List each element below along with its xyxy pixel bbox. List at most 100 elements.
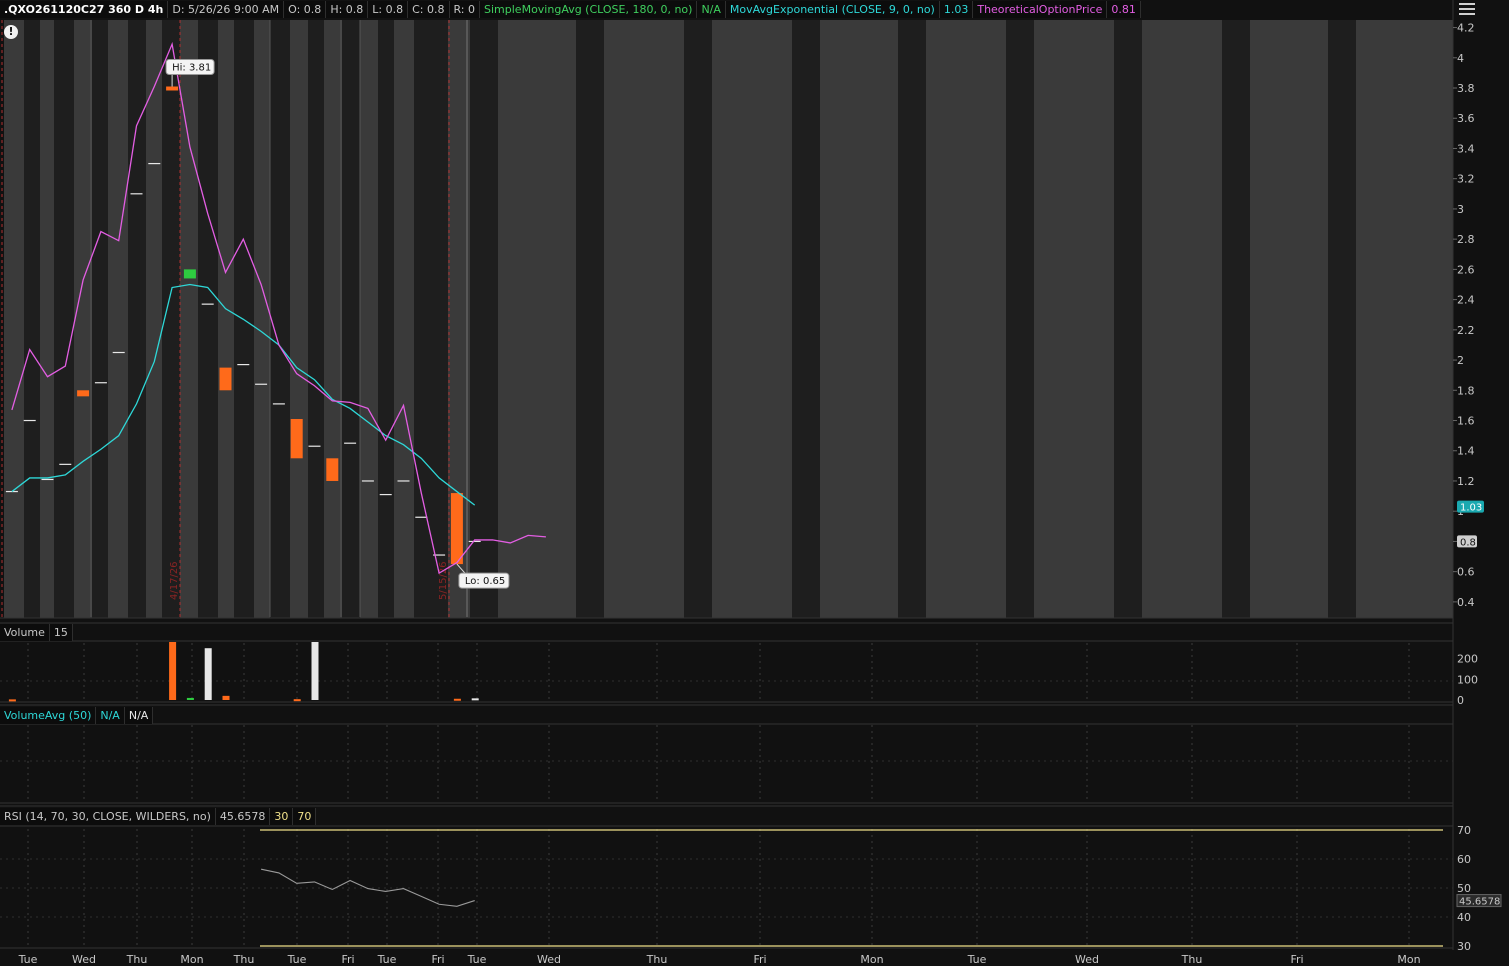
rsi-last-label: 45.6578 xyxy=(1459,897,1500,908)
axis-tick-label: 3.8 xyxy=(1457,82,1475,95)
axis-tick-label: 3.2 xyxy=(1457,173,1475,186)
sma-study-label[interactable]: SimpleMovingAvg (CLOSE, 180, 0, no) xyxy=(480,1,698,18)
session-band xyxy=(1142,20,1222,618)
time-axis-label: Mon xyxy=(860,953,883,966)
price-candle xyxy=(166,86,179,91)
session-band xyxy=(1250,20,1328,618)
volume-bar xyxy=(204,648,212,700)
volume-bar xyxy=(222,695,230,700)
axis-tick-label: 3.6 xyxy=(1457,112,1475,125)
time-axis-label: Wed xyxy=(72,953,96,966)
session-band xyxy=(180,20,198,618)
time-axis-label: Thu xyxy=(233,953,255,966)
volume-header: Volume 15 xyxy=(0,624,73,641)
date-marker-label: 5/15/26 xyxy=(438,561,449,600)
alert-icon[interactable]: ! xyxy=(4,25,18,39)
time-axis-label: Tue xyxy=(467,953,487,966)
time-axis-label: Thu xyxy=(126,953,148,966)
rsi-axis-label: 70 xyxy=(1457,824,1471,837)
session-band xyxy=(1006,20,1034,618)
volume-bar xyxy=(453,698,461,701)
session-band xyxy=(926,20,1006,618)
session-band xyxy=(4,20,24,618)
high-label: H: 0.8 xyxy=(326,1,369,18)
sma-study-value: N/A xyxy=(697,1,726,18)
top-study-label[interactable]: TheoreticalOptionPrice xyxy=(973,1,1108,18)
price-candle xyxy=(326,458,339,481)
session-band xyxy=(270,20,290,618)
open-label: O: 0.8 xyxy=(284,1,327,18)
session-band xyxy=(1356,20,1436,618)
session-band xyxy=(1114,20,1142,618)
time-axis-label: Fri xyxy=(1290,953,1303,966)
ema-study-label[interactable]: MovAvgExponential (CLOSE, 9, 0, no) xyxy=(725,1,940,18)
session-band xyxy=(308,20,324,618)
volume-bar xyxy=(311,642,319,700)
time-axis-label: Mon xyxy=(1397,953,1420,966)
rsi-axis-label: 50 xyxy=(1457,882,1471,895)
session-band xyxy=(820,20,898,618)
session-band xyxy=(92,20,108,618)
session-band xyxy=(54,20,74,618)
session-band xyxy=(604,20,684,618)
session-band xyxy=(1328,20,1356,618)
session-band xyxy=(576,20,604,618)
date-label: D: 5/26/26 9:00 AM xyxy=(168,1,285,18)
session-shading xyxy=(4,20,1453,618)
axis-tick-label: 1.2 xyxy=(1457,475,1475,488)
ema-study-value: 1.03 xyxy=(939,1,974,18)
axis-tick-label: 4.2 xyxy=(1457,22,1475,35)
axis-tick-label: 1.4 xyxy=(1457,445,1475,458)
volume-bar xyxy=(169,642,177,700)
axis-tick-label: 2 xyxy=(1457,354,1464,367)
price-axis: 0.40.60.811.21.41.61.822.22.42.62.833.23… xyxy=(1453,22,1502,953)
study-header: .QXO261120C27 360 D 4h D: 5/26/26 9:00 A… xyxy=(0,1,1141,18)
time-axis-label: Fri xyxy=(431,953,444,966)
axis-tick-label: 1.6 xyxy=(1457,415,1475,428)
time-axis-label: Wed xyxy=(537,953,561,966)
volume-avg-header: VolumeAvg (50) N/A N/A xyxy=(0,707,154,724)
time-axis-label: Fri xyxy=(753,953,766,966)
session-band xyxy=(1034,20,1114,618)
top-study-value: 0.81 xyxy=(1107,1,1141,18)
time-axis-label: Thu xyxy=(1181,953,1203,966)
annotation-label: Hi: 3.81 xyxy=(172,63,211,74)
session-band xyxy=(198,20,218,618)
session-band xyxy=(498,20,576,618)
date-marker-label: 4/17/26 xyxy=(169,561,180,600)
session-band xyxy=(394,20,414,618)
close-label: C: 0.8 xyxy=(408,1,450,18)
symbol-label[interactable]: .QXO261120C27 360 D 4h xyxy=(0,1,169,18)
time-axis-label: Tue xyxy=(967,953,987,966)
menu-icon[interactable] xyxy=(1459,3,1475,16)
rsi-study-label[interactable]: RSI (14, 70, 30, CLOSE, WILDERS, no) xyxy=(0,808,216,825)
time-axis-label: Thu xyxy=(646,953,668,966)
session-band xyxy=(324,20,342,618)
time-axis-label: Tue xyxy=(377,953,397,966)
rsi-axis-label: 30 xyxy=(1457,940,1471,953)
axis-tick-label: 2.8 xyxy=(1457,233,1475,246)
session-band xyxy=(218,20,234,618)
volume-study-label[interactable]: Volume xyxy=(0,624,50,641)
volume-axis-label: 200 xyxy=(1457,653,1478,666)
axis-tick-label: 4 xyxy=(1457,52,1464,65)
axis-tick-label: 0.6 xyxy=(1457,566,1475,579)
volume-bar xyxy=(186,697,194,700)
price-candle xyxy=(450,493,463,565)
price-candle xyxy=(183,269,196,279)
axis-tick-label: 3 xyxy=(1457,203,1464,216)
axis-tick-label: 2.4 xyxy=(1457,294,1475,307)
rsi-overbought-value: 70 xyxy=(293,808,317,825)
volume-study-value: 15 xyxy=(49,624,73,641)
session-band xyxy=(108,20,128,618)
volume-avg-study-label[interactable]: VolumeAvg (50) xyxy=(0,707,97,724)
session-band xyxy=(254,20,270,618)
price-candle xyxy=(290,419,303,459)
volume-axis-label: 100 xyxy=(1457,673,1478,686)
session-band xyxy=(146,20,162,618)
session-band xyxy=(378,20,394,618)
price-candle xyxy=(77,390,90,397)
time-axis-label: Tue xyxy=(18,953,38,966)
volume-axis-label: 0 xyxy=(1457,694,1464,707)
session-band xyxy=(898,20,926,618)
